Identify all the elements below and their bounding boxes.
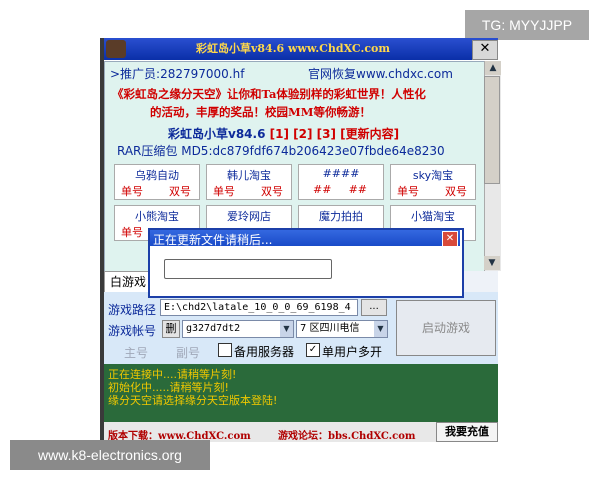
promo-line-1: 《彩虹岛之缘分天空》让你和Ta体验别样的彩虹世界！人性化 <box>112 87 426 101</box>
promo-line-2: 的活动，丰厚的奖品！校园MM等你畅游！ <box>150 105 371 119</box>
sub-account-button[interactable]: 副号 <box>176 344 200 361</box>
account-select[interactable]: g327d7dt2 <box>182 320 294 338</box>
version-text: 彩虹岛小草v84.6 <box>168 127 266 141</box>
shop-name: 韩儿淘宝 <box>227 169 271 182</box>
link-1[interactable]: [1] <box>270 127 289 141</box>
chevron-down-icon[interactable]: ▼ <box>374 321 387 337</box>
delete-account-button[interactable]: 删 <box>162 320 180 338</box>
shop-name: 爱玲网店 <box>227 210 271 223</box>
game-path-input[interactable]: E:\chd2\latale_10_0_0_69_6198_4 <box>160 299 358 316</box>
dialog-title: 正在更新文件请稍后... <box>153 233 273 247</box>
official-site-link[interactable]: 官网恢复www.chdxc.com <box>308 65 453 82</box>
start-game-button[interactable]: 启动游戏 <box>396 300 496 356</box>
shop-tile-hash[interactable]: #### ## ## <box>298 164 384 200</box>
watermark-top-right: TG: MYYJJPP <box>465 10 589 40</box>
backup-server-label: 备用服务器 <box>234 345 295 359</box>
link-3[interactable]: [3] <box>317 127 336 141</box>
backup-server-checkbox[interactable] <box>218 343 232 357</box>
shop-tile-haner[interactable]: 韩儿淘宝 单号 双号 <box>206 164 292 200</box>
multi-open-label: 单用户多开 <box>322 345 383 359</box>
forum-link[interactable]: 游戏论坛：bbs.ChdXC.com <box>278 427 416 442</box>
shop-double-link[interactable]: 双号 <box>261 183 283 199</box>
version-line: 彩虹岛小草v84.6 [1] [2] [3] [更新内容] <box>168 125 399 142</box>
shop-name: 小猫淘宝 <box>411 210 455 223</box>
shop-single-link[interactable]: ## <box>313 183 331 196</box>
shop-name: 乌鸦自动 <box>135 169 179 182</box>
referrer-text: >推广员:282797000.hf <box>110 67 245 81</box>
shop-double-link[interactable]: 双号 <box>169 183 191 199</box>
update-content-link[interactable]: [更新内容] <box>340 127 399 141</box>
game-path-label: 游戏路径 <box>108 303 157 317</box>
update-progress-bar <box>164 259 332 279</box>
shop-tile-wuya[interactable]: 乌鸦自动 单号 双号 <box>114 164 200 200</box>
md5-text: RAR压缩包 MD5:dc879fdf674b206423e07fbde64e8… <box>117 144 445 158</box>
shop-double-link[interactable]: 双号 <box>445 183 467 199</box>
shop-single-link[interactable]: 单号 <box>121 224 143 240</box>
app-icon <box>106 40 126 58</box>
shop-double-link[interactable]: ## <box>349 183 367 196</box>
link-2[interactable]: [2] <box>293 127 312 141</box>
shop-single-link[interactable]: 单号 <box>397 183 419 199</box>
shop-name: 小熊淘宝 <box>135 210 179 223</box>
recharge-button[interactable]: 我要充值 <box>436 422 498 442</box>
server-value: 7 区四川电信 <box>300 323 360 334</box>
log-line-3: 缘分天空请选择缘分天空版本登陆! <box>108 394 278 407</box>
scrollbar-thumb[interactable] <box>484 76 500 184</box>
account-value: g327d7dt2 <box>186 323 241 334</box>
window-close-button[interactable]: ✕ <box>472 40 498 60</box>
shop-single-link[interactable]: 单号 <box>121 183 143 199</box>
window-title: 彩虹岛小草v84.6 www.ChdXC.com <box>196 42 390 55</box>
shop-single-link[interactable]: 单号 <box>213 183 235 199</box>
shop-name: 魔力拍拍 <box>319 210 363 223</box>
multi-open-checkbox[interactable]: ✓ <box>306 343 320 357</box>
chevron-down-icon[interactable]: ▼ <box>280 321 293 337</box>
shop-name: sky淘宝 <box>412 169 454 182</box>
main-account-button[interactable]: 主号 <box>124 344 148 361</box>
tab-game[interactable]: 白游戏 <box>104 271 152 292</box>
watermark-bottom-left: www.k8-electronics.org <box>10 440 210 470</box>
game-account-label: 游戏帐号 <box>108 324 157 338</box>
scroll-down-icon[interactable]: ▼ <box>484 256 500 270</box>
shop-tile-sky[interactable]: sky淘宝 单号 双号 <box>390 164 476 200</box>
browse-button[interactable]: ... <box>361 299 387 316</box>
shop-name: #### <box>322 167 360 180</box>
dialog-close-button[interactable]: ✕ <box>442 231 458 247</box>
scroll-up-icon[interactable]: ▲ <box>485 61 501 75</box>
